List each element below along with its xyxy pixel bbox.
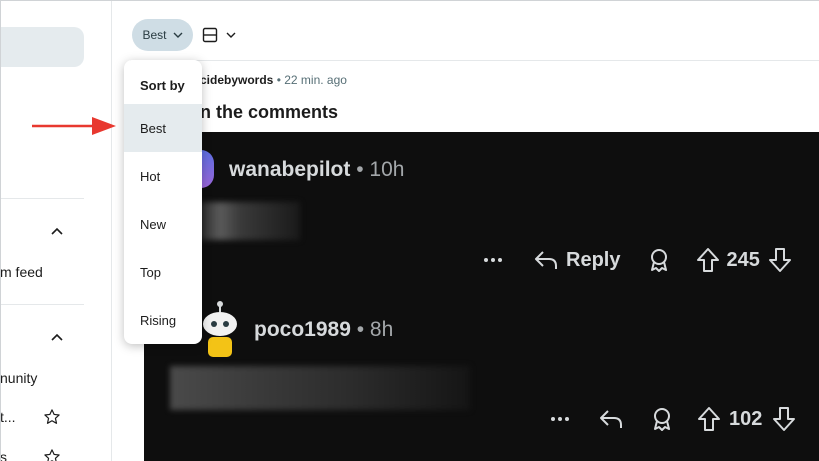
- star-icon[interactable]: [43, 448, 61, 461]
- comment-username: poco1989 • 8h: [254, 318, 393, 342]
- sort-button-label: Best: [142, 28, 167, 42]
- sort-option-new[interactable]: New: [124, 200, 202, 248]
- chevron-up-icon[interactable]: [50, 224, 64, 238]
- blurred-text: [200, 202, 300, 240]
- layout-icon: [202, 27, 218, 43]
- reply-label: Reply: [566, 248, 621, 271]
- sidebar-item-community[interactable]: s: [0, 449, 7, 461]
- more-options-icon[interactable]: [549, 408, 571, 430]
- comment-time: • 10h: [356, 158, 405, 181]
- more-options-icon[interactable]: [482, 249, 504, 271]
- sidebar-divider: [0, 198, 84, 199]
- post-meta: cidebywords • 22 min. ago: [200, 73, 347, 87]
- vote-count: 102: [729, 407, 763, 430]
- frame-border: [0, 0, 1, 461]
- avatar: [203, 301, 237, 357]
- frame-border: [0, 0, 819, 1]
- sidebar-item-community[interactable]: t...: [0, 409, 16, 425]
- feed-divider: [130, 60, 819, 61]
- sort-option-top[interactable]: Top: [124, 248, 202, 296]
- reply-icon[interactable]: [599, 408, 623, 430]
- sort-button[interactable]: Best: [132, 19, 193, 51]
- comment-time: • 8h: [356, 318, 394, 341]
- sort-option-rising[interactable]: Rising: [124, 296, 202, 344]
- sidebar-home-item[interactable]: [0, 27, 84, 67]
- upvote-icon[interactable]: [696, 247, 720, 273]
- sidebar-item-create-community[interactable]: nunity: [0, 370, 37, 386]
- reply-icon: [535, 251, 557, 269]
- post-author[interactable]: cidebywords: [200, 73, 273, 87]
- vote-count: 245: [726, 248, 760, 271]
- comment-actions: Reply 245: [482, 247, 792, 273]
- post-image: wanabepilot • 10h Reply 245 poco1989 • 8…: [144, 132, 819, 461]
- chevron-up-icon[interactable]: [50, 330, 64, 344]
- sort-option-best[interactable]: Best: [124, 104, 202, 152]
- downvote-icon[interactable]: [768, 247, 792, 273]
- view-layout-button[interactable]: [202, 24, 242, 46]
- left-sidebar: m feed nunity t... s: [0, 0, 112, 461]
- annotation-arrow-icon: [32, 117, 116, 135]
- comment-username: wanabepilot • 10h: [229, 158, 404, 182]
- comment-user: poco1989: [254, 318, 351, 341]
- sort-dropdown-header: Sort by: [140, 78, 185, 93]
- post-title[interactable]: n the comments: [200, 102, 338, 123]
- sort-dropdown: Sort by Best Hot New Top Rising: [124, 60, 202, 344]
- upvote-icon[interactable]: [697, 406, 721, 432]
- sort-option-hot[interactable]: Hot: [124, 152, 202, 200]
- award-icon[interactable]: [649, 406, 675, 432]
- sidebar-item-custom-feed[interactable]: m feed: [0, 264, 43, 280]
- award-icon[interactable]: [646, 247, 672, 273]
- sidebar-divider: [0, 304, 84, 305]
- chevron-down-icon: [226, 32, 236, 38]
- blurred-text: [170, 366, 470, 410]
- reply-button[interactable]: Reply: [534, 249, 620, 272]
- downvote-icon[interactable]: [772, 406, 796, 432]
- chevron-down-icon: [173, 32, 182, 38]
- post-time: • 22 min. ago: [276, 73, 347, 87]
- comment-actions: 102: [549, 406, 796, 432]
- star-icon[interactable]: [43, 408, 61, 426]
- comment-user: wanabepilot: [229, 158, 351, 181]
